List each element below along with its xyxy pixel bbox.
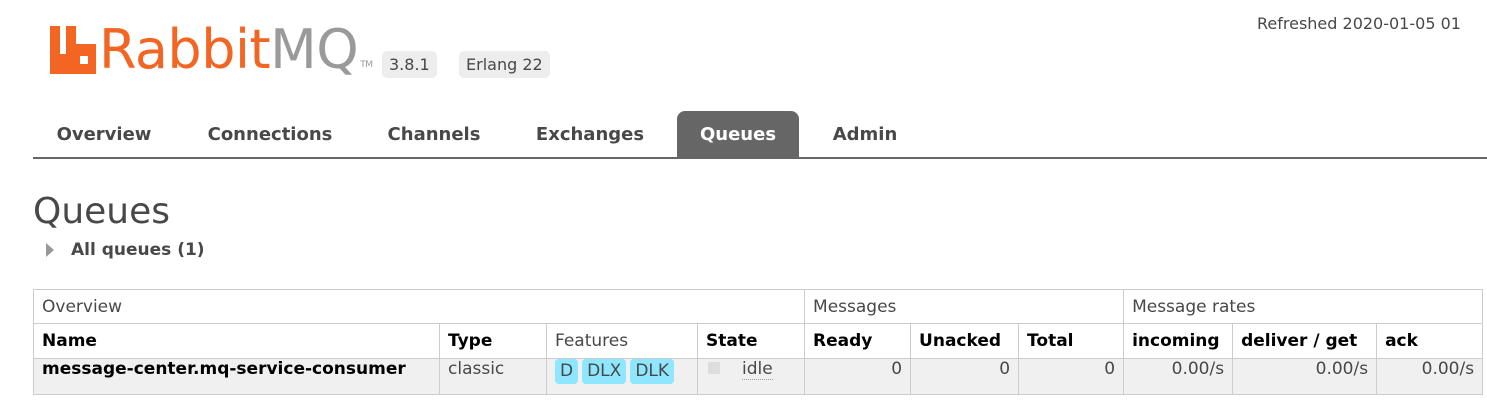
column-header-deliver-get[interactable]: deliver / get <box>1232 323 1378 359</box>
tab-admin[interactable]: Admin <box>817 111 913 157</box>
tab-channels[interactable]: Channels <box>373 111 495 157</box>
rabbitmq-logo[interactable]: Rabbit MQ TM <box>50 22 373 78</box>
tab-connections[interactable]: Connections <box>193 111 347 157</box>
rabbitmq-logo-icon <box>50 26 96 74</box>
queue-name-cell: message-center.mq-service-consumer <box>33 358 440 395</box>
column-header-features: Features <box>546 323 698 359</box>
state-indicator-icon <box>708 362 720 374</box>
table-row: message-center.mq-service-consumer class… <box>33 358 1484 395</box>
tab-overview[interactable]: Overview <box>41 111 167 157</box>
main-nav-tabs: Overview Connections Channels Exchanges … <box>33 111 1487 159</box>
group-header-messages: Messages <box>804 289 1125 324</box>
feature-badge-dlx: DLX <box>582 359 627 384</box>
logo-mq-text: MQ <box>270 18 359 81</box>
table-group-header-row: Overview Messages Message rates <box>32 289 1484 324</box>
logo-wordmark: Rabbit MQ TM <box>99 22 373 78</box>
refreshed-timestamp: Refreshed 2020-01-05 01 <box>1257 14 1461 33</box>
erlang-badge: Erlang 22 <box>459 51 550 78</box>
deliver-get-rate-cell: 0.00/s <box>1232 358 1378 395</box>
all-queues-label: All queues (1) <box>71 240 205 260</box>
feature-badge-dlk: DLK <box>630 359 675 384</box>
queue-features-cell: D DLX DLK <box>546 358 698 395</box>
ready-count-cell: 0 <box>804 358 912 395</box>
incoming-rate-cell: 0.00/s <box>1123 358 1234 395</box>
logo-trademark: TM <box>360 60 373 70</box>
column-header-total[interactable]: Total <box>1018 323 1125 359</box>
ack-rate-cell: 0.00/s <box>1376 358 1484 395</box>
version-badge: 3.8.1 <box>382 51 437 78</box>
group-header-message-rates: Message rates <box>1123 289 1484 324</box>
queues-table: Overview Messages Message rates Name Typ… <box>32 289 1484 395</box>
expand-triangle-icon <box>46 243 54 257</box>
rabbitmq-management-page: Rabbit MQ TM 3.8.1 Erlang 22 Refreshed 202… <box>0 0 1487 412</box>
column-header-unacked[interactable]: Unacked <box>910 323 1020 359</box>
column-header-ready[interactable]: Ready <box>804 323 912 359</box>
column-header-name[interactable]: Name <box>33 323 440 359</box>
queue-state-text: idle <box>742 359 773 380</box>
column-header-ack[interactable]: ack <box>1376 323 1484 359</box>
column-header-incoming[interactable]: incoming <box>1123 323 1234 359</box>
page-title: Queues <box>33 191 171 232</box>
tab-queues[interactable]: Queues <box>677 111 799 157</box>
unacked-count-cell: 0 <box>910 358 1020 395</box>
queue-type-cell: classic <box>439 358 547 395</box>
group-header-overview: Overview <box>32 289 806 324</box>
logo-rabbit-text: Rabbit <box>99 18 271 81</box>
column-header-state[interactable]: State <box>696 323 806 359</box>
feature-badge-durable: D <box>555 359 579 384</box>
total-count-cell: 0 <box>1018 358 1125 395</box>
all-queues-toggle[interactable]: All queues (1) <box>46 240 205 260</box>
tab-exchanges[interactable]: Exchanges <box>521 111 659 157</box>
column-header-type[interactable]: Type <box>439 323 547 359</box>
queue-state-cell: idle <box>696 358 806 395</box>
table-column-header-row: Name Type Features State Ready Unacked T… <box>33 323 1484 359</box>
queue-name-link[interactable]: message-center.mq-service-consumer <box>42 360 406 380</box>
